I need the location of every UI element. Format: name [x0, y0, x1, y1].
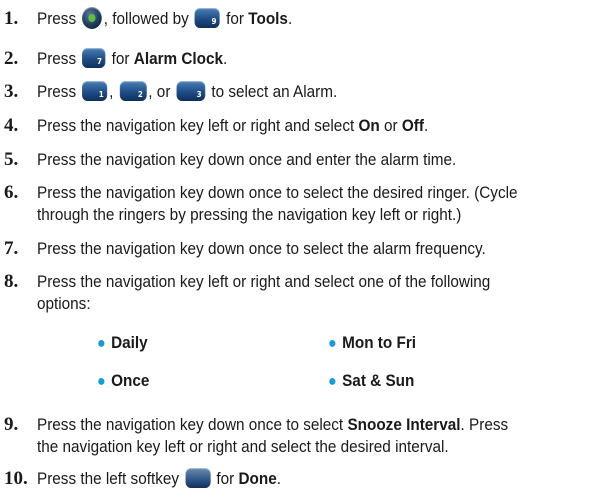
bullet-icon: ●: [328, 373, 337, 390]
step-text: Press the navigation key left or right a…: [37, 116, 429, 135]
done-label: Done: [238, 469, 277, 488]
step-text: Press the navigation key down once to se…: [37, 415, 509, 456]
step-number: 1.: [4, 8, 19, 29]
step-text: Press 1, 2, or 3 to select an Alarm.: [37, 80, 338, 101]
key-9-icon: 9: [194, 7, 221, 28]
option-once: ● Once: [97, 371, 150, 390]
step-number: 2.: [4, 48, 19, 69]
option-sat-and-sun: ● Sat & Sun: [328, 371, 415, 390]
step-text: Press the navigation key down once to se…: [37, 183, 518, 224]
step-number: 10.: [4, 468, 28, 489]
step-text: Press the navigation key left or right a…: [37, 272, 491, 313]
on-label: On: [358, 116, 380, 135]
step-number: 9.: [4, 414, 19, 435]
alarm-clock-label: Alarm Clock: [133, 49, 224, 68]
step-text: Press the left softkey for Done.: [37, 467, 281, 488]
bullet-icon: ●: [97, 335, 106, 352]
menu-ok-key-icon: [82, 6, 102, 29]
step-number: 6.: [4, 182, 19, 203]
step-text: Press the navigation key down once to se…: [37, 239, 486, 258]
left-softkey-icon: [185, 467, 211, 488]
step-number: 3.: [4, 81, 19, 102]
key-1-icon: 1: [82, 80, 108, 101]
step-number: 5.: [4, 149, 19, 170]
bullet-icon: ●: [328, 335, 337, 352]
step-number: 7.: [4, 238, 19, 259]
snooze-interval-label: Snooze Interval: [347, 415, 461, 434]
step-text: Press the navigation key down once and e…: [37, 150, 457, 169]
bullet-icon: ●: [97, 373, 106, 390]
tools-label: Tools: [248, 9, 288, 28]
key-2-icon: 2: [119, 80, 147, 101]
step-number: 4.: [4, 115, 19, 136]
step-text: Press , followed by 9 for Tools.: [37, 6, 534, 31]
step-text: Press 7 for Alarm Clock.: [37, 47, 228, 68]
key-3-icon: 3: [176, 80, 206, 101]
key-7-icon: 7: [82, 47, 106, 68]
option-mon-to-fri: ● Mon to Fri: [328, 333, 417, 352]
option-daily: ● Daily: [97, 333, 148, 352]
off-label: Off: [401, 116, 424, 135]
step-number: 8.: [4, 271, 19, 292]
